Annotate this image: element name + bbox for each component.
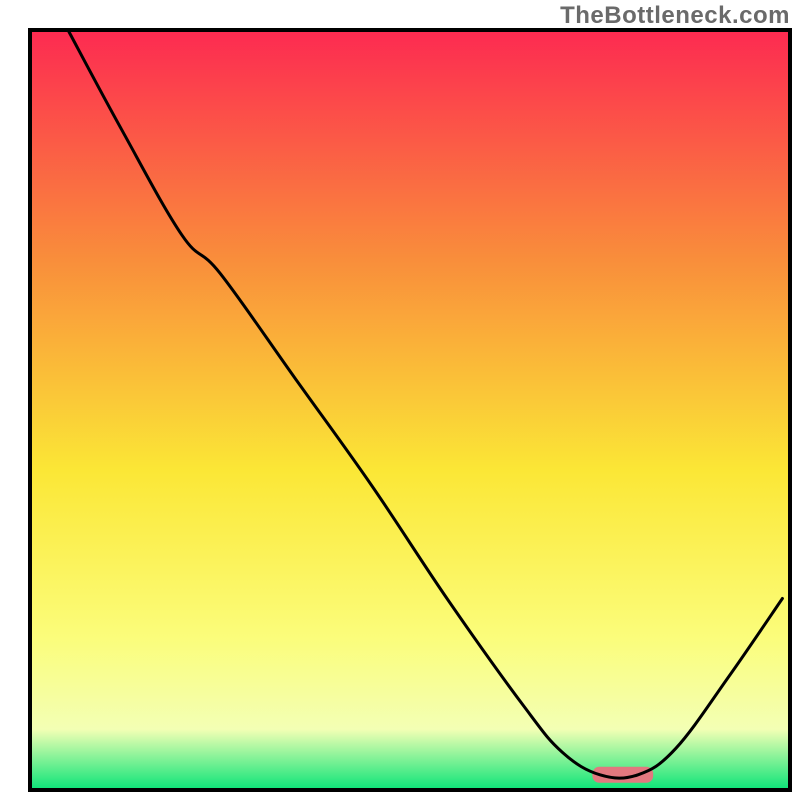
plot-area	[30, 30, 790, 790]
gradient-background	[30, 30, 790, 790]
chart-container: TheBottleneck.com	[0, 0, 800, 800]
watermark-text: TheBottleneck.com	[560, 2, 790, 30]
bottleneck-chart	[0, 0, 800, 800]
